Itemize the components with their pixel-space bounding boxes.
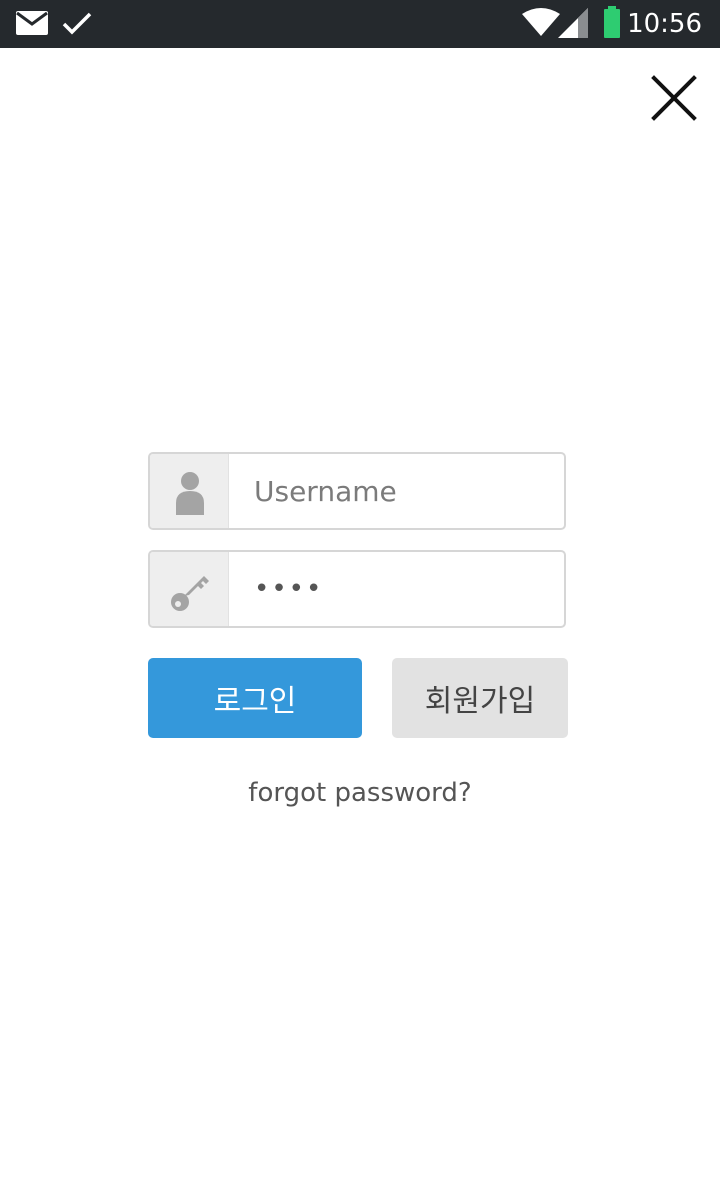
mail-icon	[16, 11, 48, 35]
key-icon	[171, 576, 209, 611]
username-addon	[150, 454, 229, 528]
status-time: 10:56	[627, 9, 702, 39]
password-addon	[150, 552, 229, 626]
close-button[interactable]	[646, 70, 702, 126]
login-button[interactable]: 로그인	[148, 658, 362, 738]
check-icon	[62, 12, 92, 35]
user-icon	[176, 472, 204, 515]
forgot-password-link[interactable]: forgot password?	[0, 778, 720, 808]
battery-icon	[604, 6, 620, 38]
username-input[interactable]	[230, 454, 564, 528]
status-bar: 10:56	[0, 0, 720, 48]
wifi-icon	[522, 8, 560, 36]
close-icon	[651, 75, 697, 121]
password-field	[148, 550, 566, 628]
password-input[interactable]	[230, 552, 564, 626]
signup-button[interactable]: 회원가입	[392, 658, 568, 738]
username-field	[148, 452, 566, 530]
signal-icon	[558, 8, 588, 38]
